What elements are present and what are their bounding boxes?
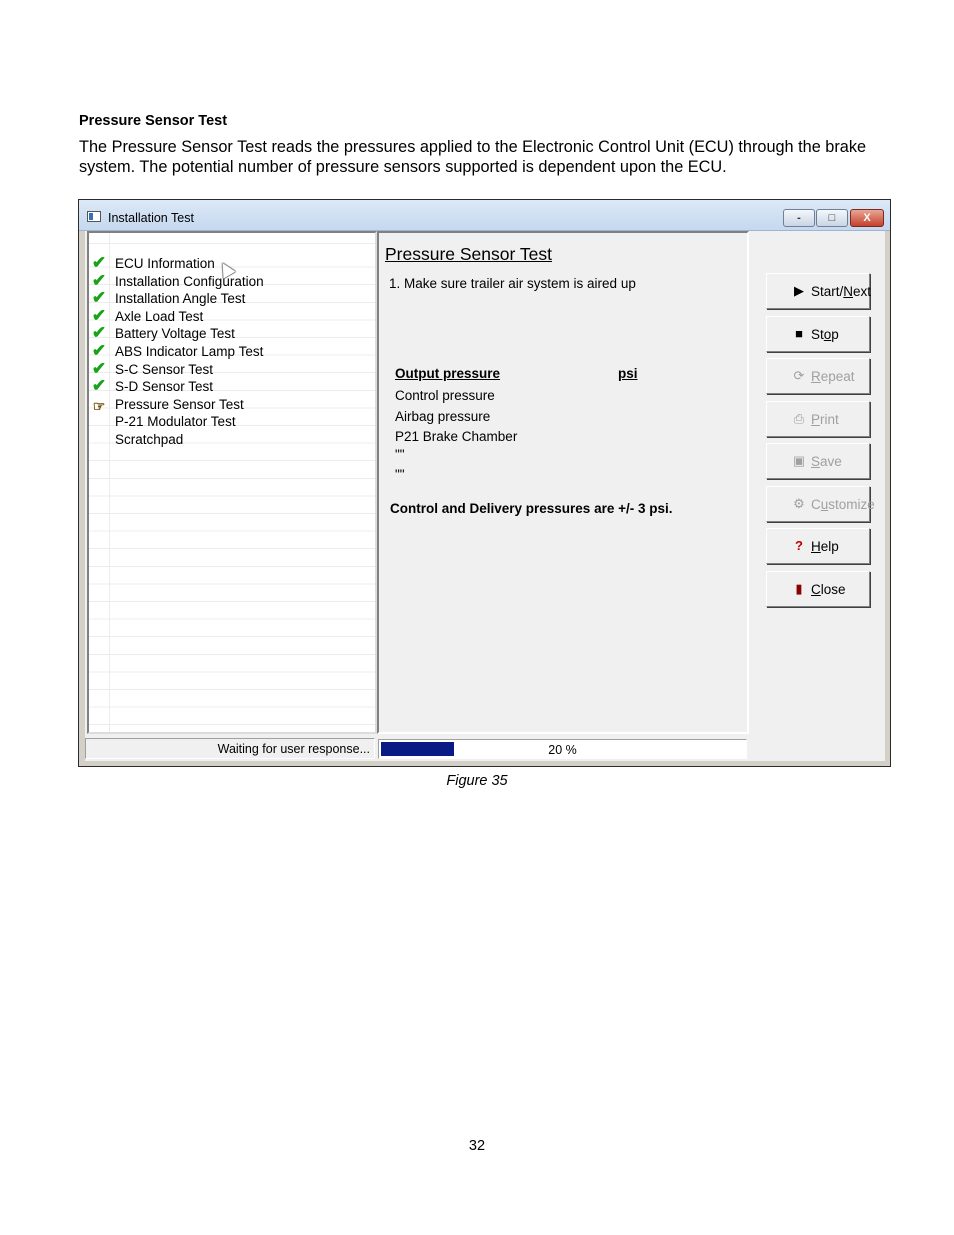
content-title: Pressure Sensor Test — [385, 244, 552, 264]
progress-text: 20 % — [548, 743, 577, 757]
status-bar: Waiting for user response... 20 % — [85, 738, 885, 760]
test-list-label: Scratchpad — [115, 432, 184, 447]
print-icon: ⎙ — [793, 410, 805, 426]
print-button[interactable]: ⎙ Print — [766, 400, 870, 437]
content-panel: Pressure Sensor Test 1. Make sure traile… — [377, 231, 749, 734]
test-list-item[interactable]: P-21 Modulator Test — [89, 414, 375, 432]
pressure-row: Control pressure — [395, 388, 495, 403]
app-icon — [87, 211, 101, 222]
maximize-button[interactable]: □ — [816, 209, 848, 227]
check-icon: ✔ — [91, 270, 107, 290]
pressure-row: "" — [395, 447, 405, 462]
test-list[interactable]: ✔ ECU Information ✔ Installation Configurat… — [87, 231, 377, 734]
button-label: Print — [811, 411, 839, 427]
test-list-label: Installation Configuration — [115, 273, 264, 289]
button-label: Close — [811, 581, 846, 597]
minimize-icon: - — [797, 212, 801, 224]
test-list-label: S-D Sensor Test — [115, 379, 214, 395]
maximize-icon: □ — [828, 212, 836, 224]
psi-header: psi — [618, 366, 638, 381]
check-icon: ✔ — [91, 305, 107, 325]
figure-caption: Figure 35 — [446, 773, 508, 789]
close-window-button[interactable]: X — [850, 209, 884, 227]
check-icon: ✔ — [91, 376, 107, 396]
test-list-label: Battery Voltage Test — [115, 326, 235, 342]
customize-icon: ⚙ — [793, 495, 805, 511]
customize-button[interactable]: ⚙ Customize — [766, 485, 875, 522]
window-title: Installation Test — [108, 211, 194, 225]
check-icon: ✔ — [91, 288, 107, 308]
minimize-button[interactable]: - — [783, 209, 815, 227]
step-instruction: 1. Make sure trailer air system is aired… — [389, 276, 636, 291]
output-pressure-header: Output pressure — [395, 366, 501, 381]
status-message-box: Waiting for user response... — [85, 738, 375, 759]
progress-bar: 20 % — [378, 739, 747, 759]
test-list-item[interactable]: ✔ Battery Voltage Test — [89, 323, 375, 344]
check-icon: ✔ — [91, 323, 107, 343]
button-label: Save — [811, 454, 842, 469]
close-button[interactable]: ▮ Close — [766, 570, 870, 607]
status-message: Waiting for user response... — [217, 742, 370, 756]
play-icon: ▶ — [794, 283, 804, 298]
repeat-icon: ⟳ — [793, 368, 805, 383]
save-icon: ▣ — [792, 453, 806, 468]
title-bar[interactable]: Installation Test - □ X — [79, 200, 890, 231]
check-icon: ✔ — [91, 341, 107, 360]
test-list-item[interactable]: ✔ ABS Indicator Lamp Test — [89, 341, 375, 362]
start-next-button[interactable]: ▶ Start/Next — [766, 273, 872, 309]
check-icon: ✔ — [91, 358, 107, 378]
doc-heading: Pressure Sensor Test — [79, 113, 228, 129]
repeat-button[interactable]: ⟳ Repeat — [766, 358, 870, 394]
button-label: Stop — [811, 326, 839, 342]
button-label: Start/Next — [811, 284, 872, 299]
test-list-label: Axle Load Test — [115, 308, 204, 324]
help-button[interactable]: ? Help — [766, 528, 870, 564]
page-number: 32 — [468, 1138, 486, 1154]
test-list-label: P-21 Modulator Test — [115, 414, 236, 430]
test-list-item[interactable]: Scratchpad — [89, 432, 375, 450]
button-label: Customize — [811, 496, 875, 512]
test-list-item[interactable]: ☞ Pressure Sensor Test — [89, 397, 375, 415]
test-list-item[interactable]: ✔ Axle Load Test — [89, 305, 375, 327]
test-list-item[interactable]: ✔ S-C Sensor Test — [89, 358, 375, 380]
installation-test-window: Installation Test - □ X ✔ ECU Information… — [78, 199, 891, 767]
save-button[interactable]: ▣ Save — [766, 443, 870, 479]
stop-button[interactable]: ■ Stop — [766, 315, 870, 352]
pointing-hand-icon: ☞ — [92, 397, 106, 414]
test-list-label: Installation Angle Test — [115, 291, 246, 307]
test-list-label: ECU Information — [115, 256, 215, 271]
test-list-label: S-C Sensor Test — [115, 361, 214, 377]
check-icon: ✔ — [91, 253, 107, 272]
help-icon: ? — [795, 538, 803, 553]
close-icon: X — [863, 212, 871, 224]
button-column: ▶ Start/Next ■ Stop ⟳ Repeat ⎙ Print ▣ Save ⚙ Custo… — [749, 231, 885, 734]
test-list-item[interactable]: ✔ Installation Configuration — [89, 270, 375, 292]
close-door-icon: ▮ — [795, 580, 803, 596]
pressure-row: Airbag pressure — [395, 409, 491, 424]
pressure-row: "" — [395, 467, 405, 482]
button-label: Help — [811, 539, 839, 554]
stop-icon: ■ — [795, 325, 803, 341]
test-list-item[interactable]: ✔ S-D Sensor Test — [89, 376, 375, 397]
test-list-item[interactable]: ✔ Installation Angle Test — [89, 288, 375, 309]
tolerance-note: Control and Delivery pressures are +/- 3… — [390, 501, 673, 516]
doc-paragraph: The Pressure Sensor Test reads the press… — [79, 138, 867, 176]
pressure-row: P21 Brake Chamber — [395, 429, 518, 444]
button-label: Repeat — [811, 369, 855, 384]
client-area: ✔ ECU Information ✔ Installation Configurat… — [85, 231, 885, 761]
test-list-label: Pressure Sensor Test — [115, 396, 244, 412]
test-list-label: ABS Indicator Lamp Test — [115, 344, 264, 359]
